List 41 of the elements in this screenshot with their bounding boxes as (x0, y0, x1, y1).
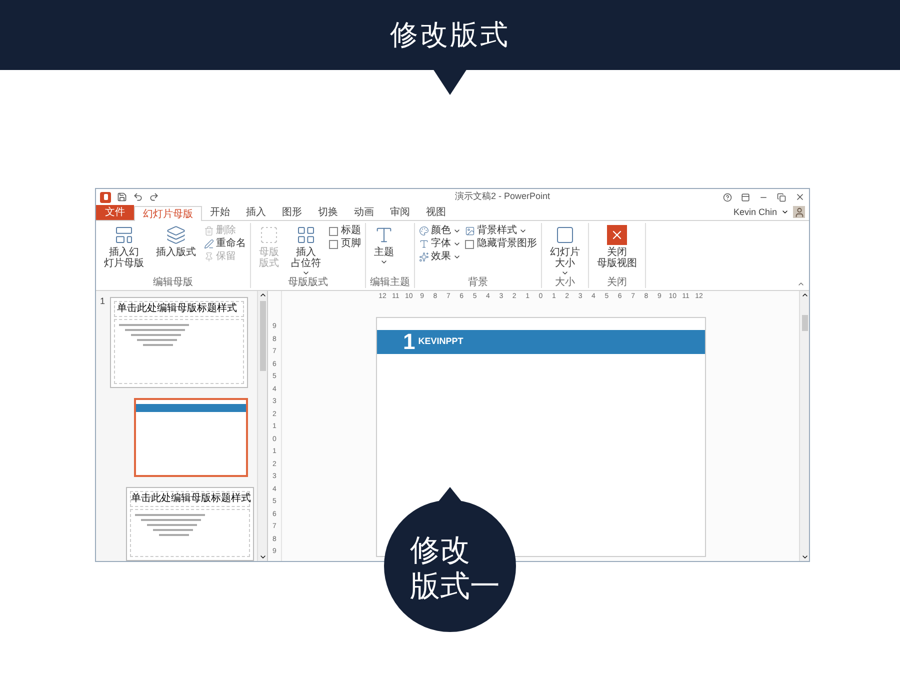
ribbon-button[interactable]: 主题 (370, 225, 398, 266)
ribbon-button[interactable]: 效果 (419, 251, 461, 263)
group-label: 编辑母版 (152, 277, 194, 288)
window-title: 演示文稿2 - PowerPoint (455, 190, 550, 204)
header-title: 修改版式 (390, 18, 510, 52)
group-label: 背景 (467, 277, 489, 288)
group-label: 母版版式 (287, 277, 329, 288)
group-label: 关闭 (606, 277, 628, 288)
group-label: 编辑主题 (370, 277, 410, 288)
ribbon-checkbox[interactable]: 页脚 (329, 238, 361, 250)
group-label: 大小 (554, 277, 576, 288)
slide-thumbnail[interactable]: 单击此处编辑母版标题样式 (110, 297, 248, 388)
ribbon-checkbox[interactable]: 隐藏背景图形 (465, 238, 537, 250)
ribbon-button[interactable]: 幻灯片 大小 (546, 225, 584, 277)
ribbon-button[interactable]: 背景样式 (465, 225, 537, 237)
callout-text: 修改 (410, 533, 470, 569)
thumbnail-title: 单击此处编辑母版标题样式 (114, 301, 244, 317)
ribbon-button[interactable]: 插入幻 灯片母版 (100, 225, 148, 269)
ribbon-tab[interactable]: 开始 (202, 205, 238, 220)
ribbon-tab[interactable]: 审阅 (382, 205, 418, 220)
ribbon-tab[interactable]: 切换 (310, 205, 346, 220)
ribbon-tab[interactable]: 动画 (346, 205, 382, 220)
ribbon-tab[interactable]: 插入 (238, 205, 274, 220)
user-name[interactable]: Kevin Chin (733, 206, 777, 219)
ribbon-tab[interactable]: 图形 (274, 205, 310, 220)
ribbon-button[interactable]: 字体 (419, 238, 461, 250)
slide-thumbnail[interactable]: 单击此处编辑母版标题样式 (126, 486, 254, 561)
ribbon-button[interactable]: 颜色 (419, 225, 461, 237)
ribbon-tab[interactable]: 视图 (418, 205, 454, 220)
callout-text: 版式一 (410, 569, 500, 605)
logo-number: 1 (403, 331, 416, 353)
thumbnail-title: 单击此处编辑母版标题样式 (130, 490, 250, 507)
file-tab[interactable]: 文件 (96, 205, 134, 220)
brand-name: KEVINPPT (418, 335, 464, 348)
slide-number: 1 (100, 295, 106, 308)
ribbon-tab[interactable]: 幻灯片母版 (134, 206, 202, 221)
ribbon-button[interactable]: 插入版式 (152, 225, 200, 258)
ribbon-button[interactable]: 插入 占位符 (287, 225, 325, 277)
ribbon-button[interactable]: 重命名 (204, 238, 246, 250)
ribbon-button[interactable]: 关闭 母版视图 (593, 225, 641, 269)
ribbon-checkbox[interactable]: 标题 (329, 225, 361, 237)
